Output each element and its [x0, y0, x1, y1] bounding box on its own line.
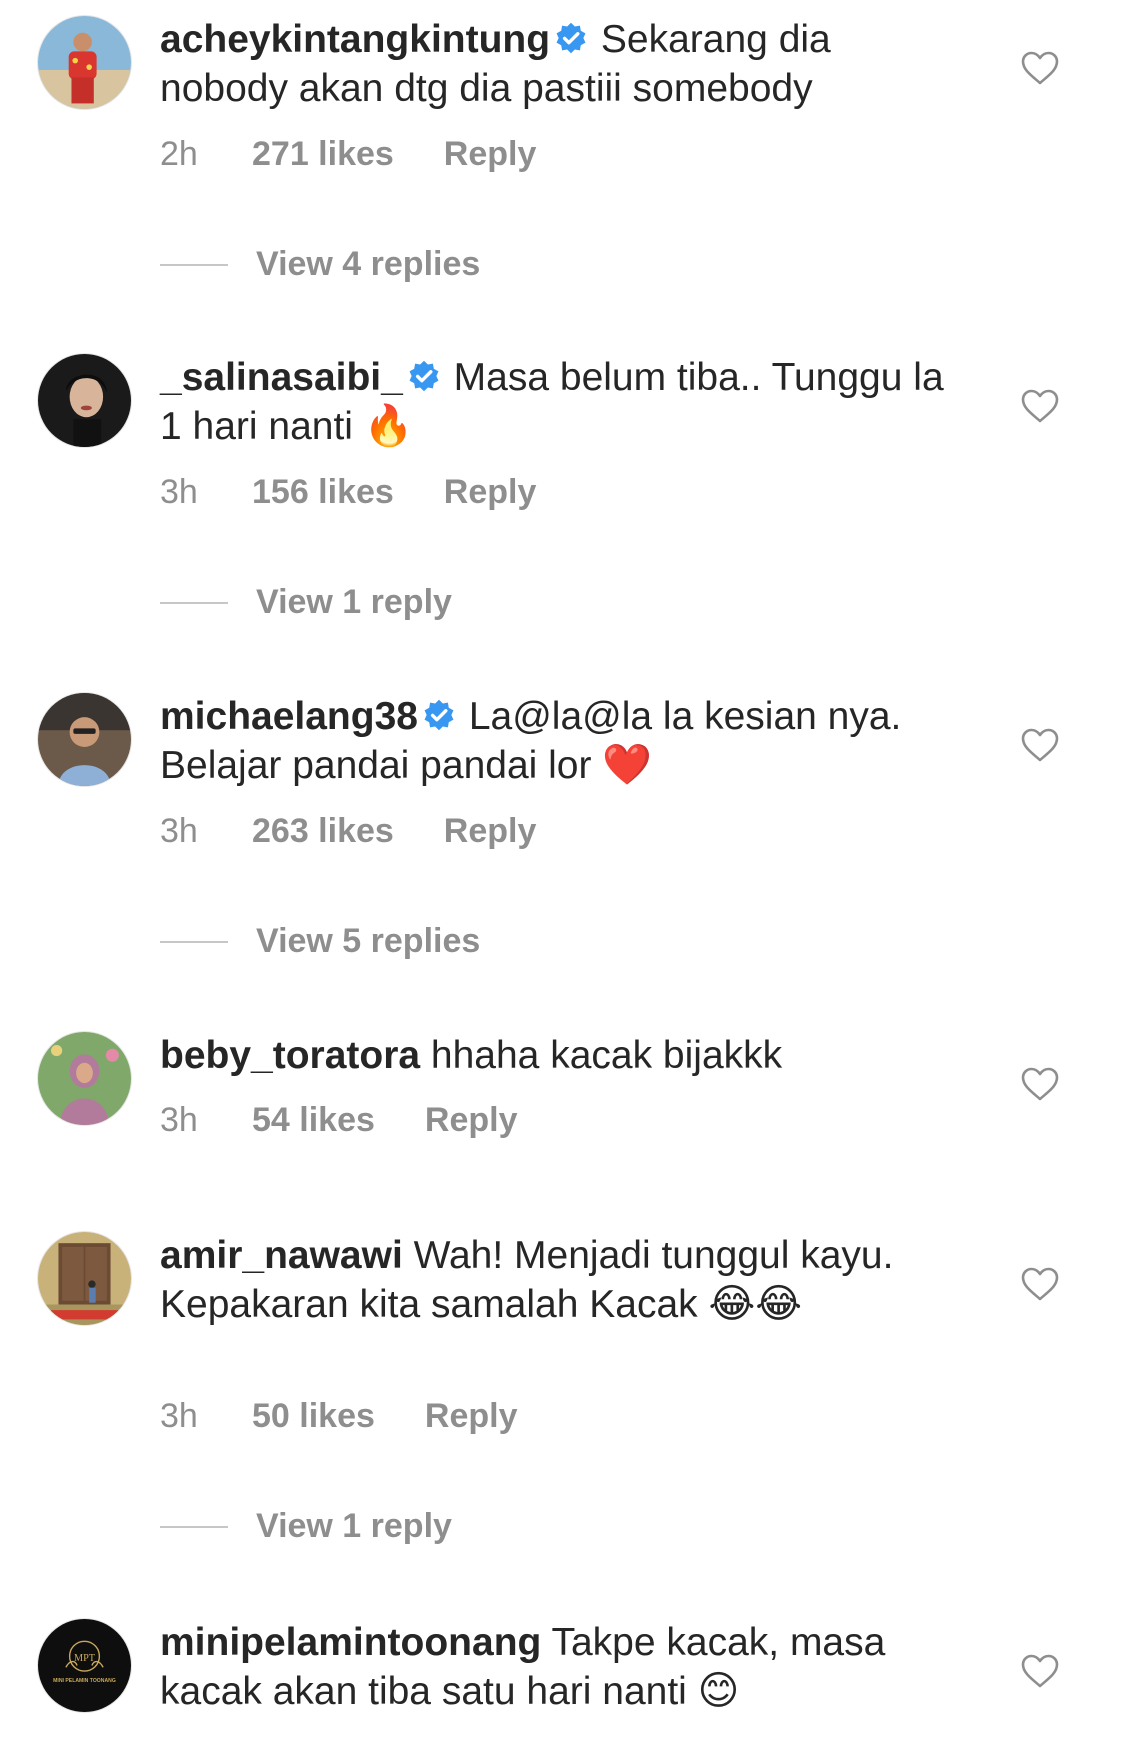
logo-caption: MINI PELAMIN TOONANG — [53, 1678, 116, 1684]
reply-button[interactable]: Reply — [444, 135, 537, 174]
divider-line — [160, 263, 228, 266]
avatar[interactable] — [37, 1031, 132, 1126]
verified-badge-icon — [556, 22, 586, 54]
comment-body: hhaha kacak bijakkk — [430, 1034, 783, 1077]
comment-meta: 3h 263 likes Reply — [160, 812, 536, 851]
comment-text: amir_nawawi Wah! Menjadi tunggul kayu. K… — [160, 1231, 950, 1329]
laughing-emoji: 😂😂 — [708, 1282, 802, 1326]
view-replies-label: View 5 replies — [256, 922, 481, 960]
heart-outline-icon[interactable] — [1020, 1066, 1060, 1102]
verified-badge-icon — [409, 360, 439, 392]
comment-time: 3h — [160, 812, 198, 850]
comment-meta: 3h 54 likes Reply — [160, 1101, 517, 1140]
comment-time: 2h — [160, 135, 198, 173]
view-replies-button[interactable]: View 1 reply — [160, 583, 452, 622]
comment-username[interactable]: _salinasaibi_ — [160, 356, 403, 399]
avatar[interactable] — [37, 15, 132, 110]
heart-outline-icon[interactable] — [1020, 1653, 1060, 1689]
comment-likes[interactable]: 271 likes — [252, 135, 394, 174]
comment-likes[interactable]: 263 likes — [252, 812, 394, 851]
comment-time: 3h — [160, 1397, 198, 1435]
reply-button[interactable]: Reply — [425, 1397, 518, 1436]
heart-outline-icon[interactable] — [1020, 1266, 1060, 1302]
reply-button[interactable]: Reply — [444, 473, 537, 512]
comment-time: 3h — [160, 1101, 198, 1139]
comment-likes[interactable]: 156 likes — [252, 473, 394, 512]
heart-outline-icon[interactable] — [1020, 50, 1060, 86]
comment-time: 3h — [160, 473, 198, 511]
comment-likes[interactable]: 54 likes — [252, 1101, 375, 1140]
avatar[interactable]: MPT MINI PELAMIN TOONANG — [37, 1618, 132, 1713]
view-replies-button[interactable]: View 5 replies — [160, 922, 480, 961]
heart-emoji: ❤️ — [602, 743, 653, 787]
comment-meta: 2h 271 likes Reply — [160, 135, 536, 174]
comment-text: _salinasaibi_ Masa belum tiba.. Tunggu l… — [160, 353, 950, 451]
comment-username[interactable]: beby_toratora — [160, 1034, 420, 1077]
fire-emoji: 🔥 — [363, 404, 414, 448]
comment-text: beby_toratora hhaha kacak bijakkk — [160, 1031, 950, 1080]
divider-line — [160, 940, 228, 943]
comment-meta: 3h 50 likes Reply — [160, 1397, 517, 1436]
comment-username[interactable]: amir_nawawi — [160, 1234, 403, 1277]
heart-outline-icon[interactable] — [1020, 388, 1060, 424]
reply-button[interactable]: Reply — [444, 812, 537, 851]
comment-username[interactable]: michaelang38 — [160, 695, 418, 738]
view-replies-button[interactable]: View 1 reply — [160, 1507, 452, 1546]
heart-outline-icon[interactable] — [1020, 727, 1060, 763]
avatar[interactable] — [37, 353, 132, 448]
logo-initials: MPT — [74, 1653, 96, 1664]
view-replies-label: View 1 reply — [256, 1507, 452, 1545]
smiling-emoji: 😊 — [697, 1669, 740, 1713]
view-replies-button[interactable]: View 4 replies — [160, 245, 480, 284]
avatar[interactable] — [37, 692, 132, 787]
comment-text: minipelamintoonang Takpe kacak, masa kac… — [160, 1618, 950, 1716]
comment-text: michaelang38 La@la@la la kesian nya. Bel… — [160, 692, 950, 790]
reply-button[interactable]: Reply — [425, 1101, 518, 1140]
comment-username[interactable]: minipelamintoonang — [160, 1621, 541, 1664]
divider-line — [160, 1525, 228, 1528]
view-replies-label: View 4 replies — [256, 245, 481, 283]
comment-username[interactable]: acheykintangkintung — [160, 18, 550, 61]
comments-list: acheykintangkintung Sekarang dia nobody … — [0, 0, 1125, 1740]
avatar[interactable] — [37, 1231, 132, 1326]
comment-text: acheykintangkintung Sekarang dia nobody … — [160, 15, 950, 113]
comment-meta: 3h 156 likes Reply — [160, 473, 536, 512]
divider-line — [160, 601, 228, 604]
verified-badge-icon — [424, 699, 454, 731]
comment-likes[interactable]: 50 likes — [252, 1397, 375, 1436]
view-replies-label: View 1 reply — [256, 583, 452, 621]
